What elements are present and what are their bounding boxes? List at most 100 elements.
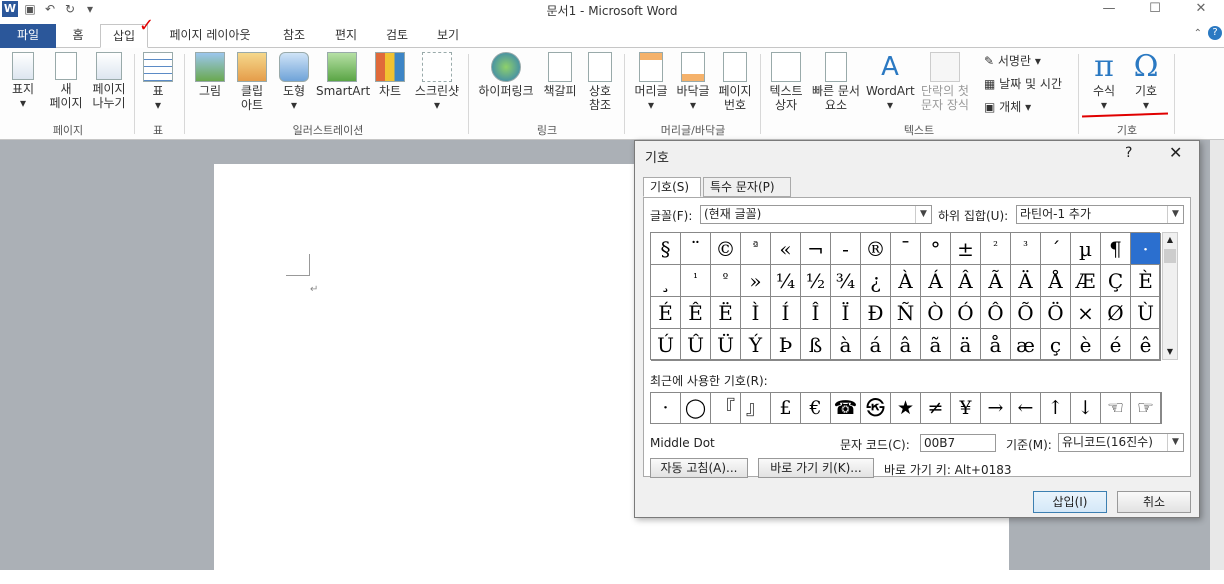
char-code-input[interactable]: 00B7 [920, 434, 996, 452]
scroll-thumb[interactable] [1164, 249, 1176, 263]
quick-parts-button[interactable]: 빠른 문서 요소 [808, 52, 864, 112]
symbol-cell[interactable]: µ [1071, 233, 1101, 265]
font-select[interactable]: (현재 글꼴) ▼ [700, 205, 932, 224]
symbol-cell[interactable]: ç [1041, 329, 1071, 361]
symbol-cell[interactable]: È [1131, 265, 1161, 297]
symbol-cell[interactable]: å [981, 329, 1011, 361]
text-box-button[interactable]: 텍스트 상자 [766, 52, 806, 112]
symbol-cell[interactable]: á [861, 329, 891, 361]
clip-art-button[interactable]: 클립 아트 [236, 52, 268, 112]
symbol-cell[interactable]: Ñ [891, 297, 921, 329]
page-break-button[interactable]: 페이지 나누기 [90, 52, 128, 110]
symbol-cell[interactable]: Å [1041, 265, 1071, 297]
symbol-cell[interactable]: ä [951, 329, 981, 361]
symbol-cell[interactable]: ½ [801, 265, 831, 297]
symbol-cell[interactable]: Í [771, 297, 801, 329]
symbol-cell[interactable]: ° [921, 233, 951, 265]
close-dialog-button[interactable]: ✕ [1169, 143, 1182, 162]
smartart-button[interactable]: SmartArt [316, 52, 370, 98]
symbol-cell[interactable]: º [711, 265, 741, 297]
symbol-cell[interactable]: æ [1011, 329, 1041, 361]
tab-view[interactable]: 보기 [428, 24, 468, 48]
screenshot-button[interactable]: 스크린샷 ▾ [412, 52, 462, 112]
symbol-cell[interactable]: Ý [741, 329, 771, 361]
recent-symbol-cell[interactable]: ☞ [1131, 393, 1161, 423]
cancel-button[interactable]: 취소 [1117, 491, 1191, 513]
tab-references[interactable]: 참조 [272, 24, 316, 48]
symbol-cell[interactable]: Ú [651, 329, 681, 361]
cross-reference-button[interactable]: 상호 참조 [584, 52, 616, 112]
symbol-grid-scrollbar[interactable]: ▲ ▼ [1162, 232, 1178, 360]
recent-symbol-cell[interactable]: £ [771, 393, 801, 423]
symbol-cell[interactable]: » [741, 265, 771, 297]
recent-symbol-cell[interactable]: ≠ [921, 393, 951, 423]
symbol-cell[interactable]: À [891, 265, 921, 297]
symbol-cell[interactable]: Ï [831, 297, 861, 329]
close-window-icon[interactable]: ✕ [1178, 0, 1224, 20]
recent-symbol-cell[interactable]: ← [1011, 393, 1041, 423]
symbol-cell[interactable]: â [891, 329, 921, 361]
symbol-cell[interactable]: Ø [1101, 297, 1131, 329]
recent-symbol-cell[interactable]: ☜ [1101, 393, 1131, 423]
subset-select[interactable]: 라틴어-1 추가 ▼ [1016, 205, 1184, 224]
symbol-cell[interactable]: ß [801, 329, 831, 361]
tab-review[interactable]: 검토 [376, 24, 418, 48]
symbol-cell[interactable]: ² [981, 233, 1011, 265]
symbol-cell[interactable]: Â [951, 265, 981, 297]
page-number-button[interactable]: 페이지 번호 [716, 52, 754, 112]
bookmark-button[interactable]: 책갈피 [542, 52, 578, 98]
wordart-button[interactable]: A WordArt ▾ [866, 52, 915, 112]
symbol-cell[interactable]: Ó [951, 297, 981, 329]
recent-symbol-cell[interactable]: ★ [891, 393, 921, 423]
tab-page-layout[interactable]: 페이지 레이아웃 [158, 24, 262, 48]
symbol-cell[interactable]: Ò [921, 297, 951, 329]
object-button[interactable]: ▣ 개체 ▾ [984, 98, 1031, 115]
tab-home[interactable]: 홈 [60, 24, 96, 48]
equation-button[interactable]: π 수식 ▾ [1086, 52, 1122, 113]
symbol-cell[interactable]: © [711, 233, 741, 265]
symbol-cell[interactable]: ¾ [831, 265, 861, 297]
symbol-cell[interactable]: Ü [711, 329, 741, 361]
symbol-cell[interactable]: ¨ [681, 233, 711, 265]
symbol-cell[interactable]: - [831, 233, 861, 265]
recent-symbol-cell[interactable]: € [801, 393, 831, 423]
symbol-cell[interactable]: ¹ [681, 265, 711, 297]
symbol-cell[interactable]: « [771, 233, 801, 265]
table-button[interactable]: 표 ▾ [142, 52, 174, 112]
symbol-cell[interactable]: Ë [711, 297, 741, 329]
symbol-cell[interactable]: ¶ [1101, 233, 1131, 265]
cover-page-button[interactable]: 표지 ▾ [8, 52, 38, 110]
from-select[interactable]: 유니코드(16진수) ▼ [1058, 433, 1184, 452]
tab-symbols[interactable]: 기호(S) [643, 177, 701, 197]
symbol-cell[interactable]: Ð [861, 297, 891, 329]
recent-symbol-cell[interactable]: · [651, 393, 681, 423]
minimize-icon[interactable]: — [1086, 0, 1132, 20]
scroll-down-icon[interactable]: ▼ [1163, 345, 1177, 359]
symbol-button[interactable]: Ω 기호 ▾ [1128, 52, 1164, 113]
symbol-cell[interactable]: Î [801, 297, 831, 329]
symbol-cell[interactable]: ¬ [801, 233, 831, 265]
recent-symbol-cell[interactable]: ☎ [831, 393, 861, 423]
symbol-cell[interactable]: ³ [1011, 233, 1041, 265]
collapse-ribbon-icon[interactable]: ⌃ [1194, 28, 1202, 39]
symbol-cell[interactable]: É [651, 297, 681, 329]
footer-button[interactable]: 바닥글 ▾ [674, 52, 712, 112]
signature-line-button[interactable]: ✎ 서명란 ▾ [984, 52, 1041, 69]
symbol-cell[interactable]: ª [741, 233, 771, 265]
symbol-cell[interactable]: Õ [1011, 297, 1041, 329]
tab-mailings[interactable]: 편지 [326, 24, 366, 48]
shortcut-key-button[interactable]: 바로 가기 키(K)... [758, 458, 874, 478]
tab-file[interactable]: 파일 [0, 24, 56, 48]
symbol-cell[interactable]: ± [951, 233, 981, 265]
symbol-cell[interactable]: × [1071, 297, 1101, 329]
help-button[interactable]: ? [1125, 145, 1132, 161]
symbol-cell[interactable]: ã [921, 329, 951, 361]
symbol-cell[interactable]: ® [861, 233, 891, 265]
maximize-icon[interactable]: ☐ [1132, 0, 1178, 20]
symbol-cell[interactable]: ¼ [771, 265, 801, 297]
recent-symbol-cell[interactable]: → [981, 393, 1011, 423]
chart-button[interactable]: 차트 [374, 52, 406, 98]
vertical-scrollbar[interactable] [1210, 140, 1224, 570]
insert-button[interactable]: 삽입(I) [1033, 491, 1107, 513]
symbol-cell[interactable]: Ö [1041, 297, 1071, 329]
